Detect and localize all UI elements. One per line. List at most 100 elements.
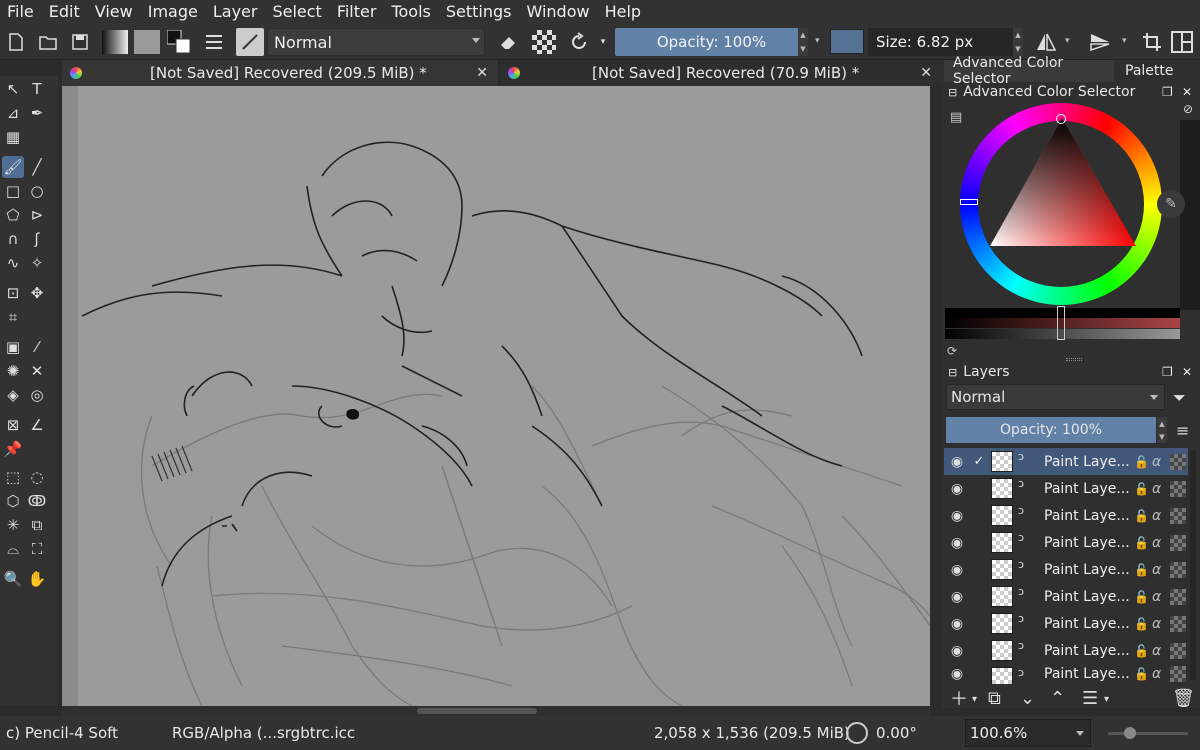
layer-row[interactable]: ◉ ↄ Paint Laye... 🔓 α (944, 664, 1188, 684)
inherit-alpha-icon[interactable] (1170, 534, 1186, 551)
layer-name[interactable]: Paint Laye... (1044, 616, 1130, 632)
inherit-alpha-icon[interactable] (1170, 507, 1186, 524)
select-shapes-tool-icon[interactable]: ↖ (2, 78, 24, 100)
smart-patch-tool-icon[interactable]: ✕ (26, 360, 48, 382)
alpha-lock-icon[interactable]: α (1152, 616, 1161, 632)
rectangle-tool-icon[interactable]: □ (2, 180, 24, 202)
opacity-spin-buttons[interactable]: ▲ ▼ (798, 28, 808, 56)
menu-filter[interactable]: Filter (330, 0, 385, 24)
layers-scrollbar[interactable] (1190, 450, 1196, 680)
layer-row[interactable]: ◉ ↄ Paint Laye... 🔓 α (944, 529, 1188, 556)
drawing-canvas[interactable] (62, 86, 930, 706)
add-layer-icon[interactable]: ＋ (950, 685, 968, 711)
blend-mode-select[interactable]: Normal (267, 28, 485, 56)
chevron-down-icon[interactable]: ▾ (972, 694, 977, 705)
inherit-alpha-icon[interactable] (1170, 642, 1186, 659)
layer-opacity-slider[interactable]: Opacity: 100% (946, 417, 1156, 443)
chevron-down-icon[interactable]: ▾ (1065, 36, 1070, 46)
alpha-lock-icon[interactable]: α (1152, 562, 1161, 578)
hue-cursor[interactable] (960, 199, 978, 205)
eye-icon[interactable]: ◉ (948, 535, 966, 551)
inherit-alpha-icon[interactable] (1170, 561, 1186, 578)
lock-icon[interactable]: 🔓 (1134, 455, 1149, 469)
chevron-down-icon[interactable]: ▾ (815, 36, 820, 46)
eye-icon[interactable]: ◉ (948, 666, 966, 682)
menu-window[interactable]: Window (519, 0, 597, 24)
pan-tool-icon[interactable]: ✋ (26, 568, 48, 590)
lock-icon[interactable]: 🔓 (1134, 536, 1149, 550)
eye-icon[interactable]: ◉ (948, 481, 966, 497)
pencil-icon[interactable]: ✎ (1157, 190, 1185, 218)
delete-layer-icon[interactable]: 🗑 (1172, 688, 1195, 709)
eye-icon[interactable]: ◉ (948, 454, 966, 470)
menu-settings[interactable]: Settings (439, 0, 520, 24)
check-icon[interactable]: ✓ (972, 454, 986, 469)
panel-float-icon[interactable]: ❐ (1162, 365, 1173, 379)
size-slider[interactable]: Size: 6.82 px (868, 28, 1023, 56)
crop-tool-icon[interactable]: ⌗ (2, 306, 24, 328)
reload-preset-icon[interactable] (567, 30, 591, 54)
menu-icon[interactable]: ≡ (1176, 421, 1189, 440)
tab-palette[interactable]: Palette (1116, 60, 1200, 82)
magnetic-select-tool-icon[interactable]: ⛶ (26, 538, 48, 560)
color-picker-tool-icon[interactable]: ⁄ (26, 336, 48, 358)
move-tool-icon[interactable]: ✥ (26, 282, 48, 304)
text-tool-icon[interactable]: T (26, 78, 48, 100)
alpha-lock-icon[interactable]: α (1152, 666, 1161, 682)
layer-row[interactable]: ◉ ↄ Paint Laye... 🔓 α (944, 583, 1188, 610)
open-folder-icon[interactable] (36, 30, 60, 54)
layer-row[interactable]: ◉ ↄ Paint Laye... 🔓 α (944, 556, 1188, 583)
layer-properties-icon[interactable]: ☰ (1082, 688, 1098, 709)
chevron-down-icon[interactable]: ▾ (1104, 694, 1109, 705)
colorize-mask-tool-icon[interactable]: ✺ (2, 360, 24, 382)
multibrush-tool-icon[interactable]: ✧ (26, 252, 48, 274)
gradient-preset-icon[interactable] (102, 30, 128, 54)
rotation-icon[interactable] (846, 722, 868, 744)
color-selector-settings-icon[interactable]: ▤ (950, 110, 962, 125)
inherit-alpha-icon[interactable] (1170, 480, 1186, 497)
polyline-tool-icon[interactable]: ⊳ (26, 204, 48, 226)
zoom-select[interactable]: 100.6% (965, 719, 1091, 747)
tab-document-2[interactable]: [Not Saved] Recovered (70.9 MiB) * ✕ (500, 60, 942, 86)
alpha-lock-icon[interactable]: α (1152, 508, 1161, 524)
brush-preset-thumbnail-icon[interactable] (236, 28, 264, 56)
freehand-path-tool-icon[interactable]: ʃ (26, 228, 48, 250)
menu-help[interactable]: Help (598, 0, 649, 24)
layer-name[interactable]: Paint Laye... (1044, 666, 1130, 682)
measure-tool-icon[interactable]: ∠ (26, 414, 48, 436)
lock-icon[interactable]: 🔓 (1134, 509, 1149, 523)
layer-row[interactable]: ◉ ✓ ↄ Paint Laye... 🔓 α (944, 448, 1188, 475)
wrap-around-icon[interactable] (1140, 30, 1164, 54)
enclose-fill-tool-icon[interactable]: ◎ (26, 384, 48, 406)
tab-document-1[interactable]: [Not Saved] Recovered (209.5 MiB) * ✕ (62, 60, 498, 86)
lock-icon[interactable]: 🔓 (1134, 617, 1149, 631)
lock-icon[interactable]: 🔓 (1134, 482, 1149, 496)
layer-name[interactable]: Paint Laye... (1044, 589, 1130, 605)
lock-icon[interactable]: 🔓 (1134, 667, 1149, 681)
inherit-alpha-icon[interactable] (1170, 615, 1186, 632)
refresh-icon[interactable]: ⟳ (947, 344, 957, 358)
transform-tool-icon[interactable]: ⊡ (2, 282, 24, 304)
layer-row[interactable]: ◉ ↄ Paint Laye... 🔓 α (944, 610, 1188, 637)
menu-tools[interactable]: Tools (384, 0, 438, 24)
edit-shapes-tool-icon[interactable]: ⊿ (2, 102, 24, 124)
eraser-icon[interactable] (496, 30, 520, 54)
menu-image[interactable]: Image (141, 0, 206, 24)
panel-float-icon[interactable]: ❐ (1162, 85, 1173, 99)
menu-view[interactable]: View (88, 0, 141, 24)
freehand-select-tool-icon[interactable]: ↂ (26, 490, 48, 512)
menu-select[interactable]: Select (265, 0, 329, 24)
fg-bg-color-icon[interactable] (167, 30, 191, 54)
panel-float-icon[interactable]: ⊟ (948, 366, 957, 379)
chevron-down-icon[interactable]: ▾ (598, 30, 608, 54)
menu-layer[interactable]: Layer (206, 0, 266, 24)
lock-icon[interactable]: 🔓 (1134, 590, 1149, 604)
save-icon[interactable] (68, 30, 92, 54)
zoom-tool-icon[interactable]: 🔍 (2, 568, 24, 590)
zoom-slider-knob[interactable] (1124, 727, 1136, 739)
splitter-handle[interactable] (1066, 358, 1082, 361)
polygon-select-tool-icon[interactable]: ⬡ (2, 490, 24, 512)
eye-icon[interactable]: ◉ (948, 508, 966, 524)
contiguous-select-tool-icon[interactable]: ✳ (2, 514, 24, 536)
shade-cursor[interactable] (1057, 306, 1065, 340)
